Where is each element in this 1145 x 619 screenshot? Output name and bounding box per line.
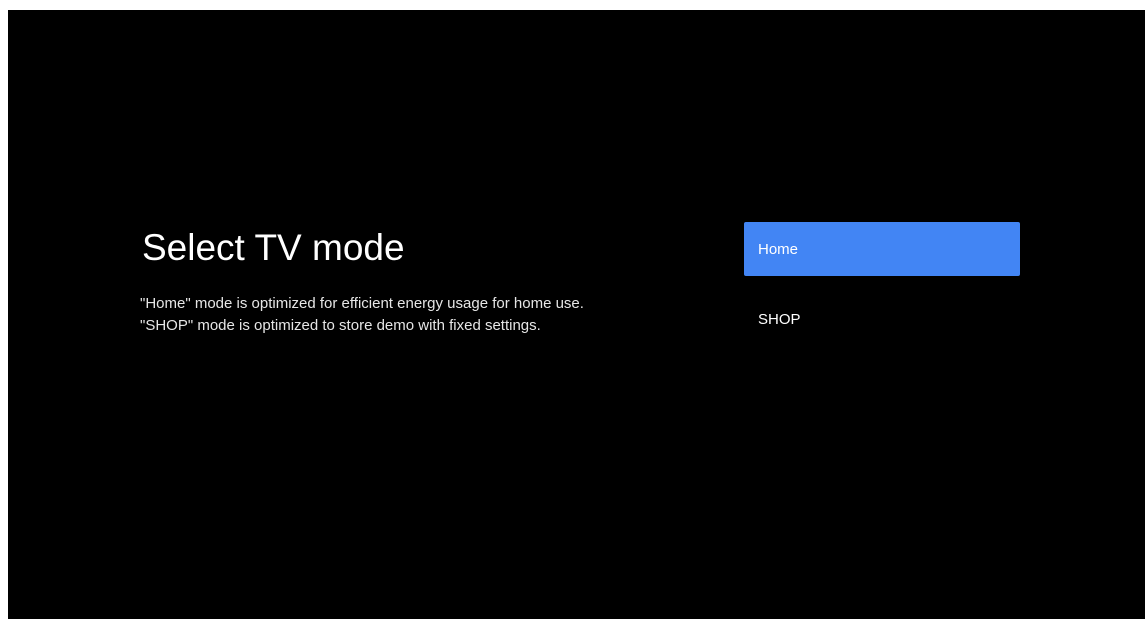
tv-mode-screen: Select TV mode "Home" mode is optimized … — [8, 10, 1145, 619]
page-title: Select TV mode — [142, 227, 405, 268]
shop-mode-description: "SHOP" mode is optimized to store demo w… — [140, 317, 541, 334]
option-home[interactable]: Home — [744, 222, 1020, 276]
mode-description: "Home" mode is optimized for efficient e… — [140, 293, 660, 337]
mode-options-list: Home SHOP — [744, 222, 1020, 362]
option-shop[interactable]: SHOP — [744, 292, 1020, 346]
home-mode-description: "Home" mode is optimized for efficient e… — [140, 295, 584, 312]
